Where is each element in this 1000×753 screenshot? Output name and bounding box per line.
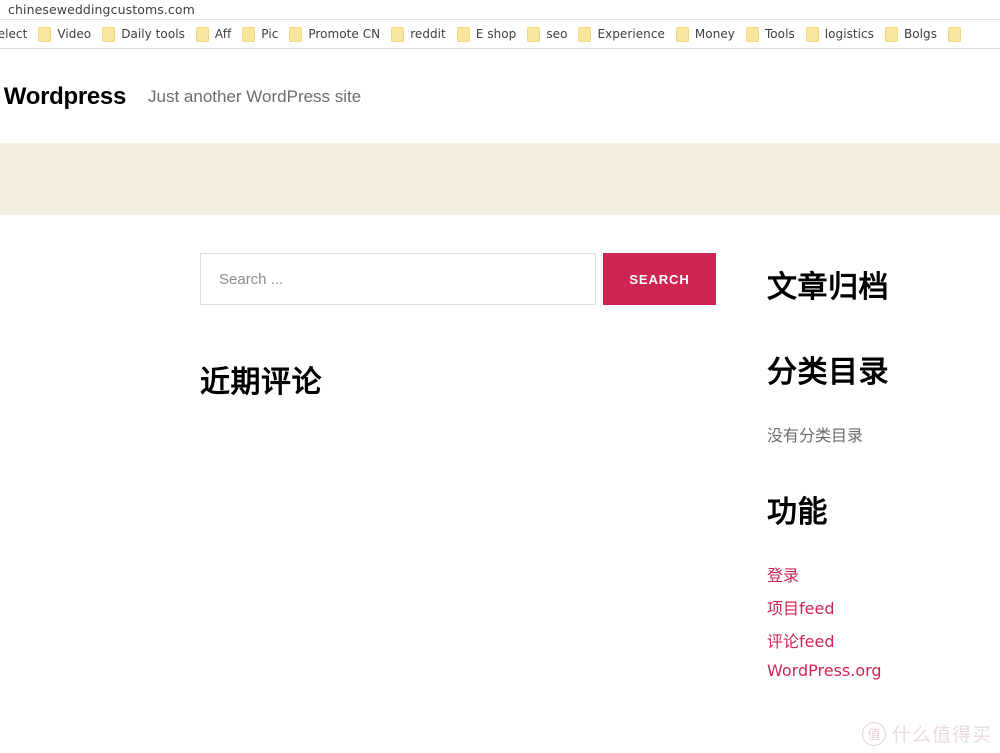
browser-chrome: chineseweddingcustoms.com Select Video Dai…	[0, 0, 1000, 49]
meta-links-list: 登录项目feed 评论feed WordPress.org	[767, 562, 1000, 681]
bookmark-item[interactable]: Daily tools	[98, 25, 192, 44]
bookmark-label: Video	[57, 27, 92, 41]
bookmark-item[interactable]: Video	[34, 25, 98, 44]
bookmark-folder-icon	[948, 26, 962, 42]
header-banner-strip	[0, 143, 1000, 215]
bookmark-item[interactable]: Bolgs	[881, 25, 944, 44]
widget-meta: 功能 登录项目feed 评论feed WordPress.org	[767, 495, 1000, 681]
meta-link[interactable]: 评论feed	[767, 632, 834, 651]
watermark: 值 什么值得买	[861, 720, 992, 747]
widget-heading-meta: 功能	[767, 494, 828, 530]
meta-list-item: 项目feed	[767, 595, 1000, 619]
search-button[interactable]: SEARCH	[603, 253, 716, 305]
bookmark-label: logistics	[824, 27, 874, 41]
bookmark-folder-icon	[242, 26, 256, 42]
bookmark-folder-icon	[456, 26, 470, 42]
site-header: ly Wordpress Just another WordPress site	[0, 50, 1000, 143]
address-bar[interactable]: chineseweddingcustoms.com	[0, 0, 1000, 20]
bookmark-item[interactable]: Pic	[238, 25, 285, 44]
bookmark-item[interactable]: Select	[0, 25, 34, 43]
bookmark-folder-icon	[195, 26, 209, 42]
bookmark-folder-icon	[805, 26, 819, 42]
bookmark-label: Promote CN	[308, 27, 381, 41]
bookmark-folder-icon	[38, 26, 52, 42]
bookmark-label: E shop	[475, 27, 517, 41]
bookmark-label: Experience	[597, 27, 665, 41]
site-title[interactable]: ly Wordpress	[0, 83, 126, 111]
bookmark-item[interactable]	[944, 25, 974, 44]
bookmark-folder-icon	[102, 26, 116, 42]
bookmark-label: Pic	[261, 27, 279, 41]
right-sidebar: 文章归档 分类目录 没有分类目录 功能 登录项目feed 评论feed WordPr…	[767, 245, 1000, 690]
site-tagline: Just another WordPress site	[148, 86, 362, 106]
meta-list-item: 评论feed	[767, 628, 1000, 652]
web-page: ly Wordpress Just another WordPress site…	[0, 50, 1000, 753]
meta-link[interactable]: 登录	[767, 566, 799, 585]
bookmarks-bar: Select Video Daily tools Aff Pic Promote CN re…	[0, 20, 1000, 49]
bookmark-label: Money	[694, 27, 735, 41]
meta-link[interactable]: 项目feed	[767, 599, 834, 618]
widget-categories: 分类目录 没有分类目录	[767, 355, 1000, 446]
bookmark-item[interactable]: logistics	[802, 25, 881, 44]
address-bar-url: chineseweddingcustoms.com	[8, 2, 195, 17]
widget-heading-recent-comments: 近期评论	[200, 365, 322, 400]
bookmark-folder-icon	[289, 26, 303, 42]
bookmark-label: seo	[546, 27, 568, 41]
search-widget: SEARCH	[200, 253, 720, 305]
widget-heading-categories: 分类目录	[767, 354, 889, 390]
bookmark-folder-icon	[745, 26, 759, 42]
bookmark-label: Aff	[214, 27, 232, 41]
widget-archives: 文章归档	[767, 270, 1000, 306]
bookmark-label: reddit	[410, 27, 446, 41]
bookmark-item[interactable]: Tools	[742, 25, 802, 44]
bookmark-item[interactable]: Money	[672, 25, 742, 44]
bookmark-label: Select	[0, 27, 28, 41]
bookmark-label: Daily tools	[121, 27, 185, 41]
search-input[interactable]	[200, 253, 596, 305]
bookmark-folder-icon	[675, 26, 689, 42]
meta-link[interactable]: WordPress.org	[767, 661, 882, 680]
left-column: SEARCH 近期评论	[200, 253, 720, 426]
bookmark-item[interactable]: reddit	[387, 25, 453, 44]
bookmark-folder-icon	[884, 26, 898, 42]
bookmark-item[interactable]: Promote CN	[285, 25, 387, 44]
bookmark-folder-icon	[578, 26, 592, 42]
bookmark-item[interactable]: Aff	[192, 25, 238, 44]
widget-heading-archives: 文章归档	[767, 269, 889, 305]
bookmark-item[interactable]: E shop	[453, 25, 524, 44]
bookmark-label: Bolgs	[903, 27, 938, 41]
meta-list-item: WordPress.org	[767, 661, 1000, 681]
bookmark-label: Tools	[764, 27, 795, 41]
watermark-text: 什么值得买	[891, 724, 992, 746]
categories-empty-text: 没有分类目录	[767, 425, 864, 445]
watermark-badge-icon: 值	[861, 721, 886, 746]
bookmark-folder-icon	[527, 26, 541, 42]
meta-list-item: 登录	[767, 562, 1000, 586]
bookmark-item[interactable]: Experience	[574, 25, 671, 44]
bookmark-item[interactable]: seo	[523, 25, 574, 44]
bookmark-folder-icon	[391, 26, 405, 42]
